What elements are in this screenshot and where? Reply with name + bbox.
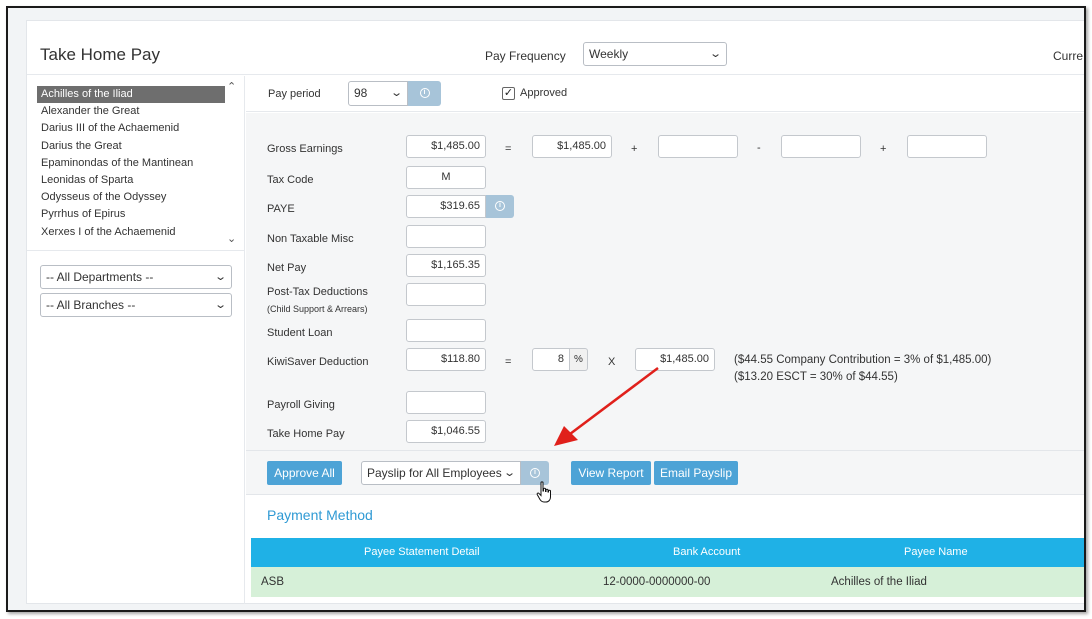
take-home-pay-label: Take Home Pay (267, 428, 345, 440)
branches-select[interactable]: -- All Branches -- ⌄ (40, 293, 232, 317)
gross-earnings-label: Gross Earnings (267, 143, 343, 155)
kiwisaver-rate-input[interactable]: 8 (532, 348, 570, 371)
post-tax-deductions-input[interactable] (406, 283, 486, 306)
top-bar: Take Home Pay Pay Frequency Weekly ⌄ Cur… (27, 21, 1084, 75)
employee-item[interactable]: Achilles of the Iliad (37, 86, 225, 104)
payment-method-table: Payee Statement Detail Bank Account Paye… (251, 538, 1084, 597)
currency-label: Curre (1053, 49, 1084, 63)
employee-item[interactable]: Epaminondas of the Mantinean (37, 155, 225, 172)
student-loan-label: Student Loan (267, 327, 333, 339)
chevron-down-icon: ⌄ (213, 271, 227, 283)
payee-name-cell: Achilles of the Iliad (831, 576, 927, 588)
bank-account-cell: 12-0000-0000000-00 (603, 576, 711, 588)
column-header: Payee Name (904, 546, 968, 558)
pay-frequency-label: Pay Frequency (485, 49, 566, 63)
approved-checkbox[interactable]: ✓ (502, 87, 515, 100)
kiwisaver-input[interactable]: $118.80 (406, 348, 486, 371)
chevron-down-icon: ⌄ (213, 299, 227, 311)
pay-period-row: Pay period 98 ⌄ i ✓ Approved (246, 76, 1084, 112)
plus-operator: + (631, 143, 638, 155)
take-home-pay-input[interactable]: $1,046.55 (406, 420, 486, 443)
left-panel: Achilles of the Iliad Alexander the Grea… (27, 76, 245, 604)
info-circle-icon: i (419, 88, 430, 99)
paye-label: PAYE (267, 203, 295, 215)
employee-item[interactable]: Darius III of the Achaemenid (37, 120, 225, 137)
departments-value: -- All Departments -- (46, 270, 154, 284)
table-header: Payee Statement Detail Bank Account Paye… (251, 538, 1084, 567)
pay-frequency-select[interactable]: Weekly ⌄ (583, 42, 727, 66)
chevron-down-icon: ⌄ (502, 467, 516, 479)
approved-label: Approved (520, 87, 568, 99)
column-header: Bank Account (673, 546, 741, 558)
gross-earnings-input[interactable]: $1,485.00 (406, 135, 486, 158)
pay-period-value: 98 (354, 86, 368, 100)
chevron-down-icon: ⌄ (389, 87, 403, 99)
action-bar: Approve All Payslip for All Employees ⌄ … (246, 451, 1084, 495)
chevron-down-icon: ⌄ (708, 48, 722, 60)
kiwisaver-company-note: ($44.55 Company Contribution = 3% of $1,… (734, 354, 992, 366)
student-loan-input[interactable] (406, 319, 486, 342)
employee-item[interactable]: Alexander the Great (37, 103, 225, 120)
gross-earnings-calc-input[interactable]: $1,485.00 (532, 135, 612, 158)
paye-info-button[interactable]: i (486, 195, 514, 218)
percent-suffix: % (570, 348, 588, 371)
kiwisaver-esct-note: ($13.20 ESCT = 30% of $44.55) (734, 371, 898, 383)
pay-period-info-button[interactable]: i (408, 81, 441, 106)
divider (27, 250, 245, 251)
gross-addition-input[interactable] (658, 135, 738, 158)
page-title: Take Home Pay (40, 45, 160, 64)
equals-operator: = (505, 356, 512, 368)
post-tax-deductions-sublabel: (Child Support & Arrears) (267, 304, 368, 314)
non-taxable-misc-label: Non Taxable Misc (267, 233, 354, 245)
payroll-giving-label: Payroll Giving (267, 399, 335, 411)
approve-all-button[interactable]: Approve All (267, 461, 342, 485)
kiwisaver-base-input[interactable]: $1,485.00 (635, 348, 715, 371)
info-circle-icon: i (495, 201, 505, 212)
non-taxable-misc-input[interactable] (406, 225, 486, 248)
minus-operator: - (757, 142, 761, 154)
take-home-pay-card: Take Home Pay Pay Frequency Weekly ⌄ Cur… (26, 20, 1084, 604)
multiply-operator: X (608, 356, 616, 368)
employee-item[interactable]: Darius the Great (37, 138, 225, 155)
column-header: Payee Statement Detail (364, 546, 480, 558)
tax-code-label: Tax Code (267, 174, 314, 186)
hand-pointer-icon (536, 481, 551, 503)
tax-code-input[interactable]: M (406, 166, 486, 189)
pay-period-label: Pay period (268, 88, 321, 100)
pay-calculation-form: Gross Earnings $1,485.00 = $1,485.00 + -… (246, 113, 1084, 451)
employee-item[interactable]: Leonidas of Sparta (37, 172, 225, 189)
payment-method-title: Payment Method (267, 507, 373, 523)
plus-operator: + (880, 143, 887, 155)
equals-operator: = (505, 143, 512, 155)
screenshot-frame: Take Home Pay Pay Frequency Weekly ⌄ Cur… (6, 6, 1086, 612)
pay-period-select[interactable]: 98 ⌄ (348, 81, 408, 106)
payslip-select-value: Payslip for All Employees (367, 466, 502, 480)
employee-list[interactable]: Achilles of the Iliad Alexander the Grea… (37, 86, 225, 241)
employee-item[interactable]: Xerxes I of the Achaemenid (37, 224, 225, 241)
gross-extra-input[interactable] (907, 135, 987, 158)
post-tax-deductions-label: Post-Tax Deductions (267, 286, 368, 298)
gross-subtraction-input[interactable] (781, 135, 861, 158)
net-pay-label: Net Pay (267, 262, 307, 274)
scroll-up-icon[interactable]: ⌃ (227, 80, 236, 93)
net-pay-input[interactable]: $1,165.35 (406, 254, 486, 277)
employee-item[interactable]: Odysseus of the Odyssey (37, 189, 225, 206)
payslip-select[interactable]: Payslip for All Employees ⌄ (361, 461, 521, 485)
paye-input[interactable]: $319.65 (406, 195, 486, 218)
payee-statement-cell: ASB (261, 576, 285, 588)
table-row[interactable]: ASB 12-0000-0000000-00 Achilles of the I… (251, 567, 1084, 597)
kiwisaver-label: KiwiSaver Deduction (267, 356, 369, 368)
view-report-button[interactable]: View Report (571, 461, 651, 485)
branches-value: -- All Branches -- (46, 298, 136, 312)
main-panel: Pay period 98 ⌄ i ✓ Approved Gross Earni… (246, 76, 1084, 604)
info-circle-icon: i (530, 468, 540, 479)
payroll-giving-input[interactable] (406, 391, 486, 414)
pay-frequency-value: Weekly (589, 47, 629, 61)
employee-item[interactable]: Pyrrhus of Epirus (37, 206, 225, 223)
departments-select[interactable]: -- All Departments -- ⌄ (40, 265, 232, 289)
email-payslip-button[interactable]: Email Payslip (654, 461, 738, 485)
scroll-down-icon[interactable]: ⌄ (227, 232, 236, 245)
